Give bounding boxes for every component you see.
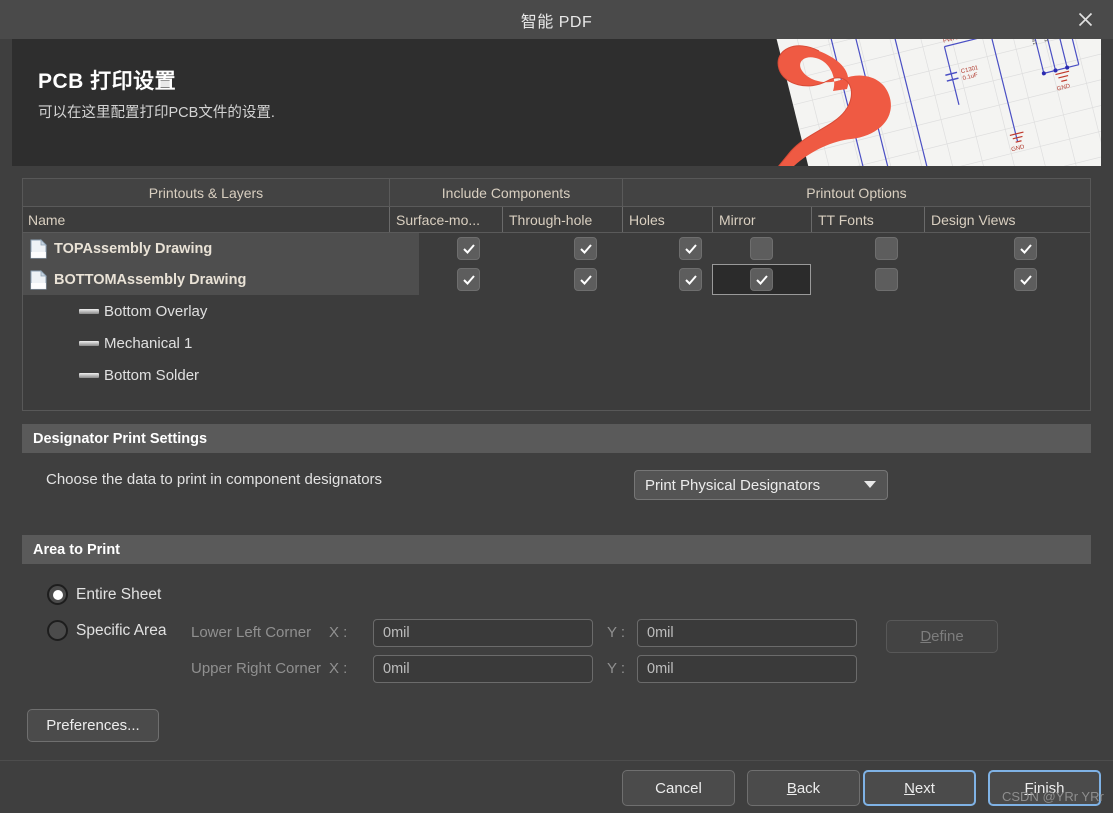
column-header-tt-fonts[interactable]: TT Fonts [811,207,924,232]
layer-label: Mechanical 1 [104,334,193,352]
list-item[interactable]: Bottom Overlay [23,295,1090,327]
lower-left-x-label: X : [329,624,348,641]
upper-right-corner-label: Upper Right Corner [191,660,322,677]
printouts-layers-table: Printouts & Layers Include Components Pr… [22,178,1091,411]
next-accel: N [904,779,915,797]
radio-specific-area-indicator [47,620,68,641]
title-bar: 智能 PDF [0,0,1113,39]
define-rest: efine [931,628,964,645]
checkbox-design-views[interactable] [1014,268,1037,291]
finish-accel: F [1024,779,1034,797]
group-header-printout-options: Printout Options [622,179,1090,206]
designator-dropdown-value: Print Physical Designators [645,476,821,494]
table-group-header-row: Printouts & Layers Include Components Pr… [23,179,1090,207]
checkbox-surface-mount[interactable] [457,237,480,260]
checkbox-through-hole[interactable] [574,237,597,260]
checkbox-holes[interactable] [679,268,702,291]
upper-right-y-label: Y : [607,660,626,677]
close-icon[interactable] [1057,0,1113,39]
table-row[interactable]: TOPAssembly Drawing [23,233,1090,264]
next-button[interactable]: Next [863,770,976,806]
chevron-down-icon [863,476,877,494]
window-title: 智能 PDF [520,13,593,31]
preferences-button[interactable]: Preferences... [27,709,159,742]
row-name-cell[interactable]: TOPAssembly Drawing [23,233,419,264]
back-rest: ack [796,779,821,797]
designator-section-header: Designator Print Settings [22,424,1091,453]
checkbox-holes[interactable] [679,237,702,260]
radio-specific-area-label: Specific Area [76,621,167,639]
cancel-button[interactable]: Cancel [622,770,735,806]
layer-line-icon [79,340,99,346]
checkbox-design-views[interactable] [1014,237,1037,260]
page-title: PCB 打印设置 [38,70,177,93]
column-header-mirror[interactable]: Mirror [712,207,811,232]
column-header-surface-mount[interactable]: Surface-mo... [389,207,502,232]
area-section-title: Area to Print [33,541,121,558]
layer-line-icon [79,372,99,378]
radio-entire-sheet-indicator [47,584,68,605]
cancel-button-label: Cancel [655,779,702,797]
upper-right-y-input[interactable] [637,655,857,683]
svg-text:1%: 1% [1042,39,1050,42]
row-name-label: BOTTOMAssembly Drawing [54,271,247,288]
checkbox-through-hole[interactable] [574,268,597,291]
checkbox-tt-fonts[interactable] [875,268,898,291]
row-name-label: TOPAssembly Drawing [54,240,213,257]
table-row[interactable]: BOTTOMAssembly Drawing [23,264,1090,295]
row-name-cell[interactable]: BOTTOMAssembly Drawing [23,264,419,295]
list-item[interactable]: Mechanical 1 [23,327,1090,359]
lower-left-y-label: Y : [607,624,626,641]
area-section-header: Area to Print [22,535,1091,564]
svg-text:1%: 1% [1031,39,1039,45]
back-button[interactable]: Back [747,770,860,806]
column-header-name[interactable]: Name [23,207,389,232]
finish-rest: inish [1033,779,1065,797]
column-header-design-views[interactable]: Design Views [924,207,1090,232]
upper-right-x-input[interactable] [373,655,593,683]
pcb-print-settings-dialog: 智能 PDF PCB 打印设置 可以在这里配置打印PCB文件的设置. GND G… [0,0,1113,813]
define-accel: D [920,628,932,645]
list-item[interactable]: Bottom Solder [23,359,1090,391]
designator-section-title: Designator Print Settings [33,430,208,447]
checkbox-mirror[interactable] [750,237,773,260]
back-accel: B [786,779,797,797]
table-column-header-row: Name Surface-mo... Through-hole Holes Mi… [23,207,1090,233]
checkbox-surface-mount[interactable] [457,268,480,291]
layer-label: Bottom Overlay [104,302,208,320]
next-rest: ext [914,779,935,797]
table-body: TOPAssembly Drawing BOTTOMAssembly Drawi… [23,233,1090,391]
checkbox-tt-fonts[interactable] [875,237,898,260]
radio-entire-sheet-label: Entire Sheet [76,585,162,603]
document-icon [28,238,50,260]
lower-left-x-input[interactable] [373,619,593,647]
column-header-holes[interactable]: Holes [622,207,712,232]
column-header-through-hole[interactable]: Through-hole [502,207,622,232]
radio-specific-area[interactable]: Specific Area [47,620,166,641]
define-button[interactable]: Define [886,620,998,653]
checkbox-mirror[interactable] [750,268,773,291]
lower-left-y-input[interactable] [637,619,857,647]
page-subtitle: 可以在这里配置打印PCB文件的设置. [38,105,275,121]
footer-divider [0,760,1113,761]
upper-right-x-label: X : [329,660,348,677]
lower-left-corner-label: Lower Left Corner [191,624,312,641]
preferences-button-label: Preferences... [46,717,140,734]
layer-line-icon [79,308,99,314]
group-header-include-components: Include Components [389,179,622,206]
layer-label: Bottom Solder [104,366,200,384]
banner-artwork-icon: GND GND GND GND PWRIN C1301 0.1uF A0 A1 … [761,39,1101,166]
radio-entire-sheet[interactable]: Entire Sheet [47,584,161,605]
document-icon [28,269,50,291]
designator-dropdown[interactable]: Print Physical Designators [634,470,888,500]
designator-description-label: Choose the data to print in component de… [46,471,383,488]
banner: PCB 打印设置 可以在这里配置打印PCB文件的设置. GND GND PWRI… [12,39,1101,166]
finish-button[interactable]: Finish [988,770,1101,806]
group-header-printouts-layers: Printouts & Layers [148,184,264,201]
